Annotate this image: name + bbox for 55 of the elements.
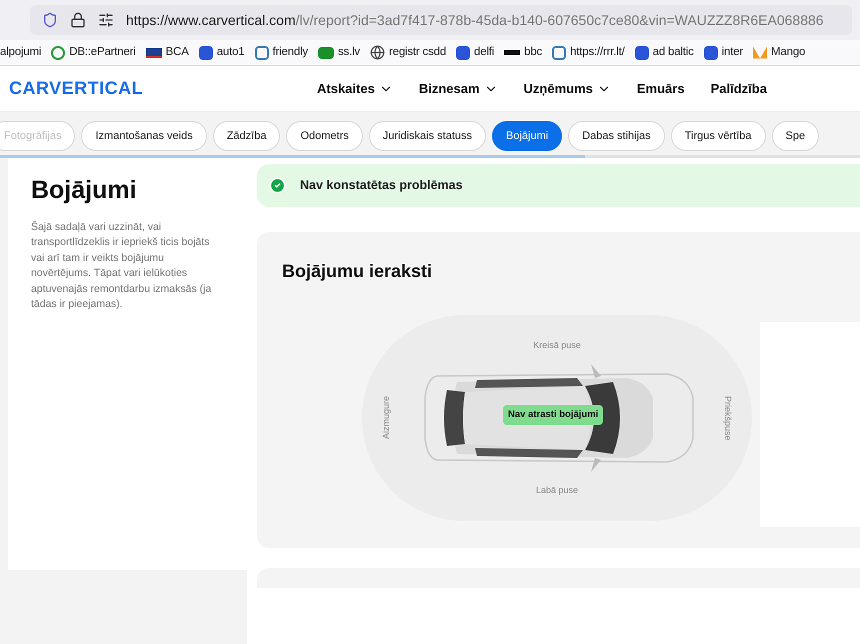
- bookmark-icon: [254, 46, 268, 60]
- records-title: Bojājumu ieraksti: [282, 260, 434, 283]
- bookmark-icon: [552, 46, 566, 60]
- bookmark-icon: [198, 46, 213, 60]
- bookmark-icon: [318, 46, 334, 58]
- address-bar[interactable]: https://www.carvertical.com/lv/report?id=3ad7f417-878b-45da-b140-607650c7ce80&vin=WAUZZZ8R6EA068886: [30, 5, 852, 35]
- bookmark-icon: [704, 46, 718, 60]
- check-icon: [269, 177, 286, 194]
- bookmark-link[interactable]: ad baltic: [634, 44, 694, 62]
- section-tab[interactable]: Zādzība: [212, 121, 280, 151]
- url-text: https://www.carvertical.com/lv/report?id=3ad7f417-878b-45da-b140-607650c7ce80&vin=WAUZZZ8R6EA068886: [126, 10, 824, 30]
- bookmark-link[interactable]: auto1: [198, 44, 244, 62]
- section-title: Bojājumi: [30, 175, 138, 206]
- side-label: Kreisā puse: [533, 338, 581, 352]
- shield-icon: [42, 12, 58, 28]
- nav-link[interactable]: Atskaites: [317, 78, 393, 98]
- bookmark-link[interactable]: Mango: [753, 44, 806, 62]
- bookmark-link[interactable]: friendly: [254, 44, 308, 62]
- alert-text: Nav konstatētas problēmas: [300, 177, 463, 194]
- section-tab[interactable]: Izmantošanas veids: [81, 121, 207, 151]
- side-label: Aizmugure: [380, 396, 392, 440]
- nav-link[interactable]: Emuārs: [636, 78, 685, 98]
- section-tab[interactable]: Tirgus vērtība: [670, 121, 766, 151]
- bookmark-icon: [504, 50, 520, 55]
- section-tab[interactable]: Odometrs: [286, 121, 363, 151]
- site-logo[interactable]: CARVERTICAL: [9, 75, 309, 102]
- nav-link[interactable]: Biznesam: [418, 78, 498, 98]
- permissions-icon: [98, 12, 114, 28]
- side-label: Labā puse: [536, 484, 578, 497]
- bookmark-link[interactable]: bbc: [504, 44, 542, 62]
- bookmark-link[interactable]: alpojumi: [0, 44, 42, 62]
- section-tab[interactable]: Juridiskais statuss: [368, 121, 486, 151]
- section-description: Šajā sadaļā vari uzzināt, vai transportlīdzeklis ir iepriekš ticis bojāts vai arī tam ir veikts bojājumu novērtējums. Tāpat vari ielūkoties aptuvenajās remontdarbu izmaksās (ja tādas ir pieejamas).: [30, 220, 212, 312]
- globe-icon: [370, 45, 385, 60]
- tab-scroll-thumb[interactable]: [0, 155, 585, 158]
- section-tab[interactable]: Dabas stihijas: [568, 121, 665, 151]
- side-label: Priekšpuse: [722, 396, 734, 440]
- bookmark-icon: [634, 46, 649, 60]
- bookmark-link[interactable]: DB::ePartneri: [51, 44, 136, 62]
- bookmark-link[interactable]: registr csdd: [370, 44, 446, 62]
- status-badge: Nav atrasti bojājumi: [503, 405, 604, 426]
- nav-link[interactable]: Uzņēmums: [524, 78, 611, 98]
- lock-icon: [70, 12, 86, 28]
- section-tab[interactable]: Bojājumi: [492, 121, 562, 151]
- bookmark-link[interactable]: delfi: [456, 44, 494, 62]
- bookmark-icon: [753, 46, 768, 58]
- bookmark-link[interactable]: inter: [704, 44, 744, 62]
- bookmark-icon: [146, 48, 162, 58]
- bookmark-link[interactable]: BCA: [146, 44, 189, 62]
- bookmark-icon: [51, 46, 66, 60]
- bookmark-icon: [456, 46, 470, 60]
- bookmark-link[interactable]: ss.lv: [318, 44, 360, 62]
- nav-link[interactable]: Palīdzība: [710, 78, 767, 98]
- section-tab[interactable]: Spe: [772, 121, 820, 151]
- bookmark-link[interactable]: https://rrr.lt/: [552, 44, 625, 62]
